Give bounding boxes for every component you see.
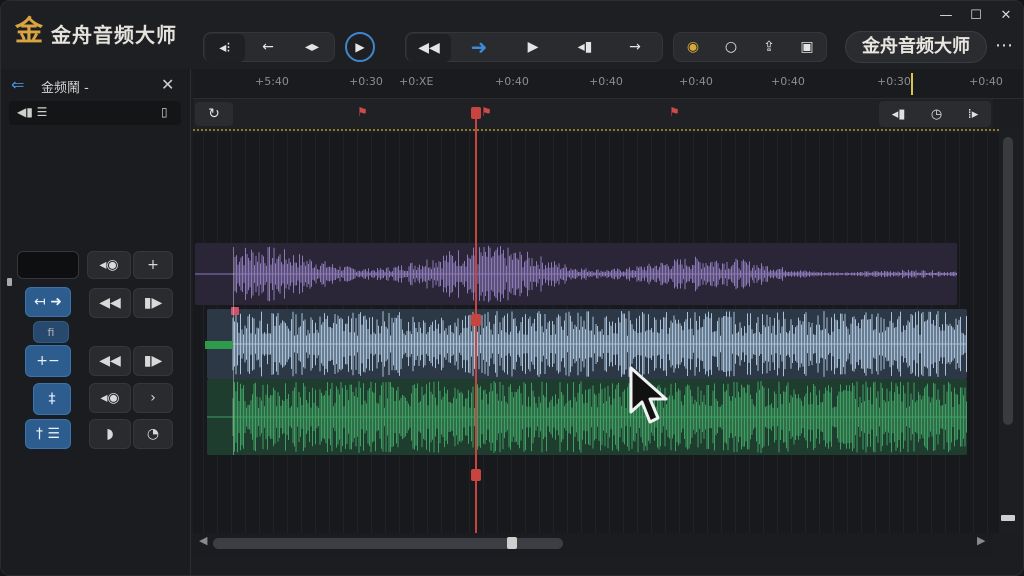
zoom-button[interactable]: +− xyxy=(25,345,71,377)
track-level-indicator xyxy=(205,341,233,349)
grid-line xyxy=(973,133,974,533)
fi-toggle[interactable]: fi xyxy=(33,321,69,343)
marker-bar: ↻ ⚑ ⚑ ⚑ ◂▮ ◷ ⁞▸ xyxy=(193,99,993,129)
scroll-thumb-grip[interactable] xyxy=(507,537,517,549)
ruler-tick: +0:XE xyxy=(399,75,434,88)
record-tool-group: ◉ ○ ⇪ ▣ xyxy=(673,32,827,62)
play-small-button[interactable]: ▶ xyxy=(506,33,560,61)
app-window: 金 金舟音频大师 — ☐ ✕ ◂⁝ ← ◂▸ ▶ ◀◀ ➜ ▶ ◂▮ → ◉ ○… xyxy=(0,0,1024,576)
track3-next-button[interactable]: › xyxy=(133,383,173,413)
panel-mini-bar: ◀▮ ☰ ▯ xyxy=(9,101,181,125)
play-button[interactable]: ▶ xyxy=(345,32,375,62)
minimize-button[interactable]: — xyxy=(935,7,957,25)
track-control-panel: ⇐ 金频鬧 - ✕ ◀▮ ☰ ▯ xyxy=(1,69,191,575)
speaker-list-icon[interactable]: ◀▮ ☰ xyxy=(17,105,47,119)
record-icon[interactable]: ◉ xyxy=(674,33,712,61)
time-ruler[interactable]: +5:40 +0:30 +0:XE +0:40 +0:40 +0:40 +0:4… xyxy=(193,69,1023,99)
clip-boundary-line xyxy=(233,247,234,455)
panel-title[interactable]: 金频鬧 - xyxy=(41,77,89,96)
back-icon[interactable]: ⇐ xyxy=(11,75,24,94)
more-icon[interactable]: ⋯ xyxy=(995,35,1013,56)
green-waveform xyxy=(207,381,967,453)
play-icon: ▶ xyxy=(355,40,365,54)
grid-line xyxy=(987,133,988,533)
marker-add-icon[interactable]: ⁞▸ xyxy=(968,107,979,122)
track4-timer-button[interactable]: ◔ xyxy=(133,419,173,449)
grid-line xyxy=(203,133,204,533)
panel-close-icon[interactable]: ✕ xyxy=(161,75,174,94)
close-button[interactable]: ✕ xyxy=(995,7,1017,25)
split-button[interactable]: ◂▸ xyxy=(290,33,334,61)
ruler-tick: +0:40 xyxy=(679,75,713,88)
align-button[interactable]: ‡ xyxy=(33,383,71,415)
app-title: 金舟音频大师 xyxy=(51,23,177,47)
back-arrow-button[interactable]: ← xyxy=(246,33,290,61)
track1-play-button[interactable]: ▮▶ xyxy=(133,288,173,318)
track-name-field[interactable] xyxy=(17,251,79,279)
app-logo: 金 xyxy=(15,14,44,47)
panel-resize-handle[interactable] xyxy=(7,278,12,286)
ruler-tick: +0:30 xyxy=(877,75,911,88)
scroll-right-icon[interactable]: ▶ xyxy=(977,534,985,547)
mouse-cursor-icon xyxy=(629,366,668,424)
playhead-handle-mid[interactable] xyxy=(471,314,481,326)
marker-flag-icon[interactable]: ⚑ xyxy=(357,105,368,119)
rewind-button[interactable]: ◀◀ xyxy=(407,34,451,62)
next-button[interactable]: → xyxy=(610,33,660,61)
loop-icon[interactable]: ↻ xyxy=(195,102,233,126)
ruler-cursor[interactable] xyxy=(911,73,913,95)
track2-play-button[interactable]: ▮▶ xyxy=(133,346,173,376)
loop-region-line xyxy=(193,129,999,131)
forward-arrow-button[interactable]: ➜ xyxy=(452,33,506,61)
transport-group: ◀◀ ➜ ▶ ◂▮ → xyxy=(405,32,663,62)
zoom-slider-icon[interactable] xyxy=(1001,515,1015,521)
list-toggle-button[interactable]: † ☰ xyxy=(25,419,71,449)
add-track-button[interactable]: + xyxy=(133,251,173,279)
product-title-pill[interactable]: 金舟音频大师 xyxy=(845,31,987,63)
ruler-tick: +0:40 xyxy=(589,75,623,88)
view-tools: ◂▮ ◷ ⁞▸ xyxy=(879,101,991,127)
ruler-tick: +5:40 xyxy=(255,75,289,88)
ruler-tick: +0:30 xyxy=(349,75,383,88)
track1-rewind-button[interactable]: ◀◀ xyxy=(89,288,131,318)
ruler-tick: +0:40 xyxy=(495,75,529,88)
green-track-clip[interactable] xyxy=(207,379,967,455)
purple-waveform xyxy=(195,245,957,303)
blue-track-clip[interactable] xyxy=(207,309,967,379)
toolbar: 金 金舟音频大师 — ☐ ✕ ◂⁝ ← ◂▸ ▶ ◀◀ ➜ ▶ ◂▮ → ◉ ○… xyxy=(1,1,1023,69)
marker-flag-icon[interactable]: ⚑ xyxy=(669,105,680,119)
circle-tool-icon[interactable]: ○ xyxy=(712,33,750,61)
edit-tool-group: ◂⁝ ← ◂▸ xyxy=(203,32,335,62)
volume-knob-button[interactable]: ◂◉ xyxy=(87,251,131,279)
blue-waveform xyxy=(207,311,967,377)
cut-left-button[interactable]: ◂⁝ xyxy=(205,34,245,62)
track3-volume-button[interactable]: ◂◉ xyxy=(89,383,131,413)
scroll-left-icon[interactable]: ◀ xyxy=(199,534,207,547)
purple-track-clip[interactable] xyxy=(195,243,957,305)
volume-button[interactable]: ◂▮ xyxy=(560,33,610,61)
marker-flag-icon[interactable]: ⚑ xyxy=(481,105,492,119)
panel-header: ⇐ 金频鬧 - ✕ xyxy=(1,73,191,97)
playhead-handle-bottom[interactable] xyxy=(471,469,481,481)
snap-icon[interactable]: ◂▮ xyxy=(892,107,906,122)
track2-rewind-button[interactable]: ◀◀ xyxy=(89,346,131,376)
route-button[interactable]: ↤ ➜ xyxy=(25,287,71,317)
export-icon[interactable]: ⇪ xyxy=(750,33,788,61)
playhead-handle-top[interactable] xyxy=(471,107,481,119)
history-icon[interactable]: ◷ xyxy=(931,107,942,122)
collapse-icon[interactable]: ▯ xyxy=(161,105,168,119)
maximize-button[interactable]: ☐ xyxy=(965,7,987,25)
ruler-tick: +0:40 xyxy=(771,75,805,88)
ruler-tick: +0:40 xyxy=(969,75,1003,88)
vertical-scrollbar[interactable] xyxy=(1003,137,1013,425)
track4-effect-button[interactable]: ◗ xyxy=(89,419,131,449)
lock-icon[interactable]: ▣ xyxy=(788,33,826,61)
